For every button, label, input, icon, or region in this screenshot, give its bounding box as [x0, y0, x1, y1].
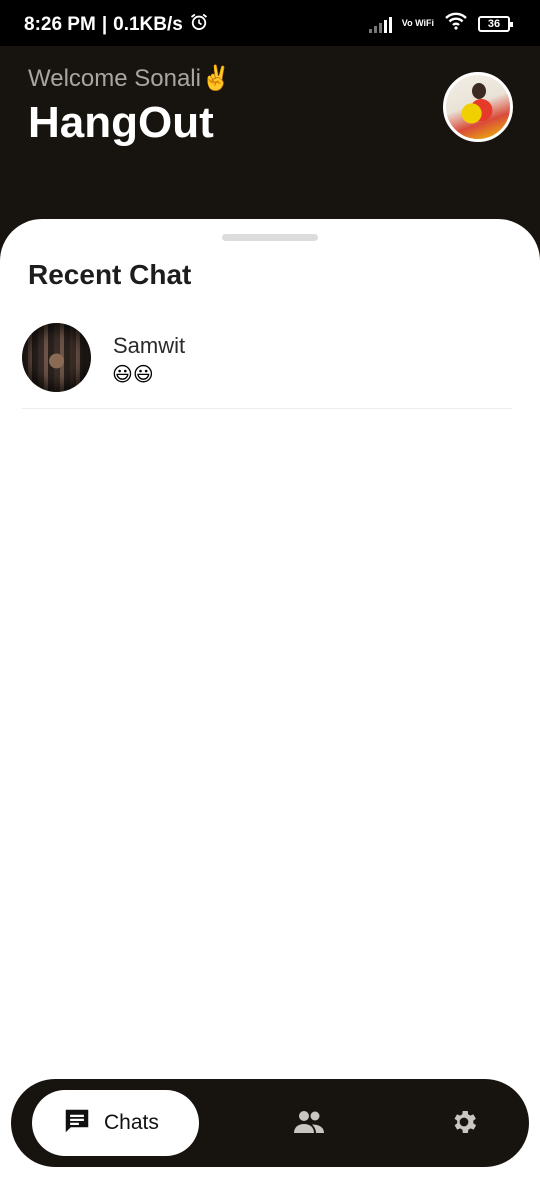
app-title: HangOut — [28, 98, 214, 147]
alarm-icon — [189, 12, 209, 38]
chat-bubble-icon — [62, 1106, 92, 1141]
chat-list-item[interactable]: Samwit 😃😃 — [22, 323, 512, 409]
signal-icon — [368, 15, 392, 33]
status-separator: | — [101, 14, 108, 35]
recent-chat-sheet: Recent Chat Samwit 😃😃 — [0, 219, 540, 1200]
battery-icon: 36 — [478, 15, 513, 32]
header: Welcome Sonali✌️ HangOut — [0, 46, 540, 236]
wifi-icon — [444, 12, 468, 35]
status-left: 8:26 PM | 0.1KB/s — [24, 12, 209, 38]
chat-avatar — [22, 323, 91, 392]
status-time: 8:26 PM — [24, 14, 96, 35]
section-title: Recent Chat — [28, 259, 192, 290]
nav-chats-tab[interactable]: Chats — [32, 1090, 199, 1156]
status-speed: 0.1KB/s — [113, 14, 183, 35]
status-bar: 8:26 PM | 0.1KB/s Vo WiFi 36 — [0, 0, 540, 46]
chat-preview: 😃😃 — [112, 364, 154, 386]
welcome-text: Welcome Sonali✌️ — [28, 65, 231, 92]
profile-avatar[interactable] — [443, 72, 513, 142]
chat-name: Samwit — [113, 333, 186, 358]
status-right: Vo WiFi 36 — [368, 12, 513, 35]
gear-icon[interactable] — [449, 1107, 479, 1142]
drag-handle[interactable] — [222, 234, 318, 241]
vowifi-label: Vo WiFi — [401, 18, 434, 28]
people-icon[interactable] — [293, 1109, 325, 1140]
bottom-nav: Chats — [11, 1079, 529, 1167]
home-indicator[interactable] — [169, 1185, 368, 1190]
nav-chats-label: Chats — [104, 1111, 159, 1134]
